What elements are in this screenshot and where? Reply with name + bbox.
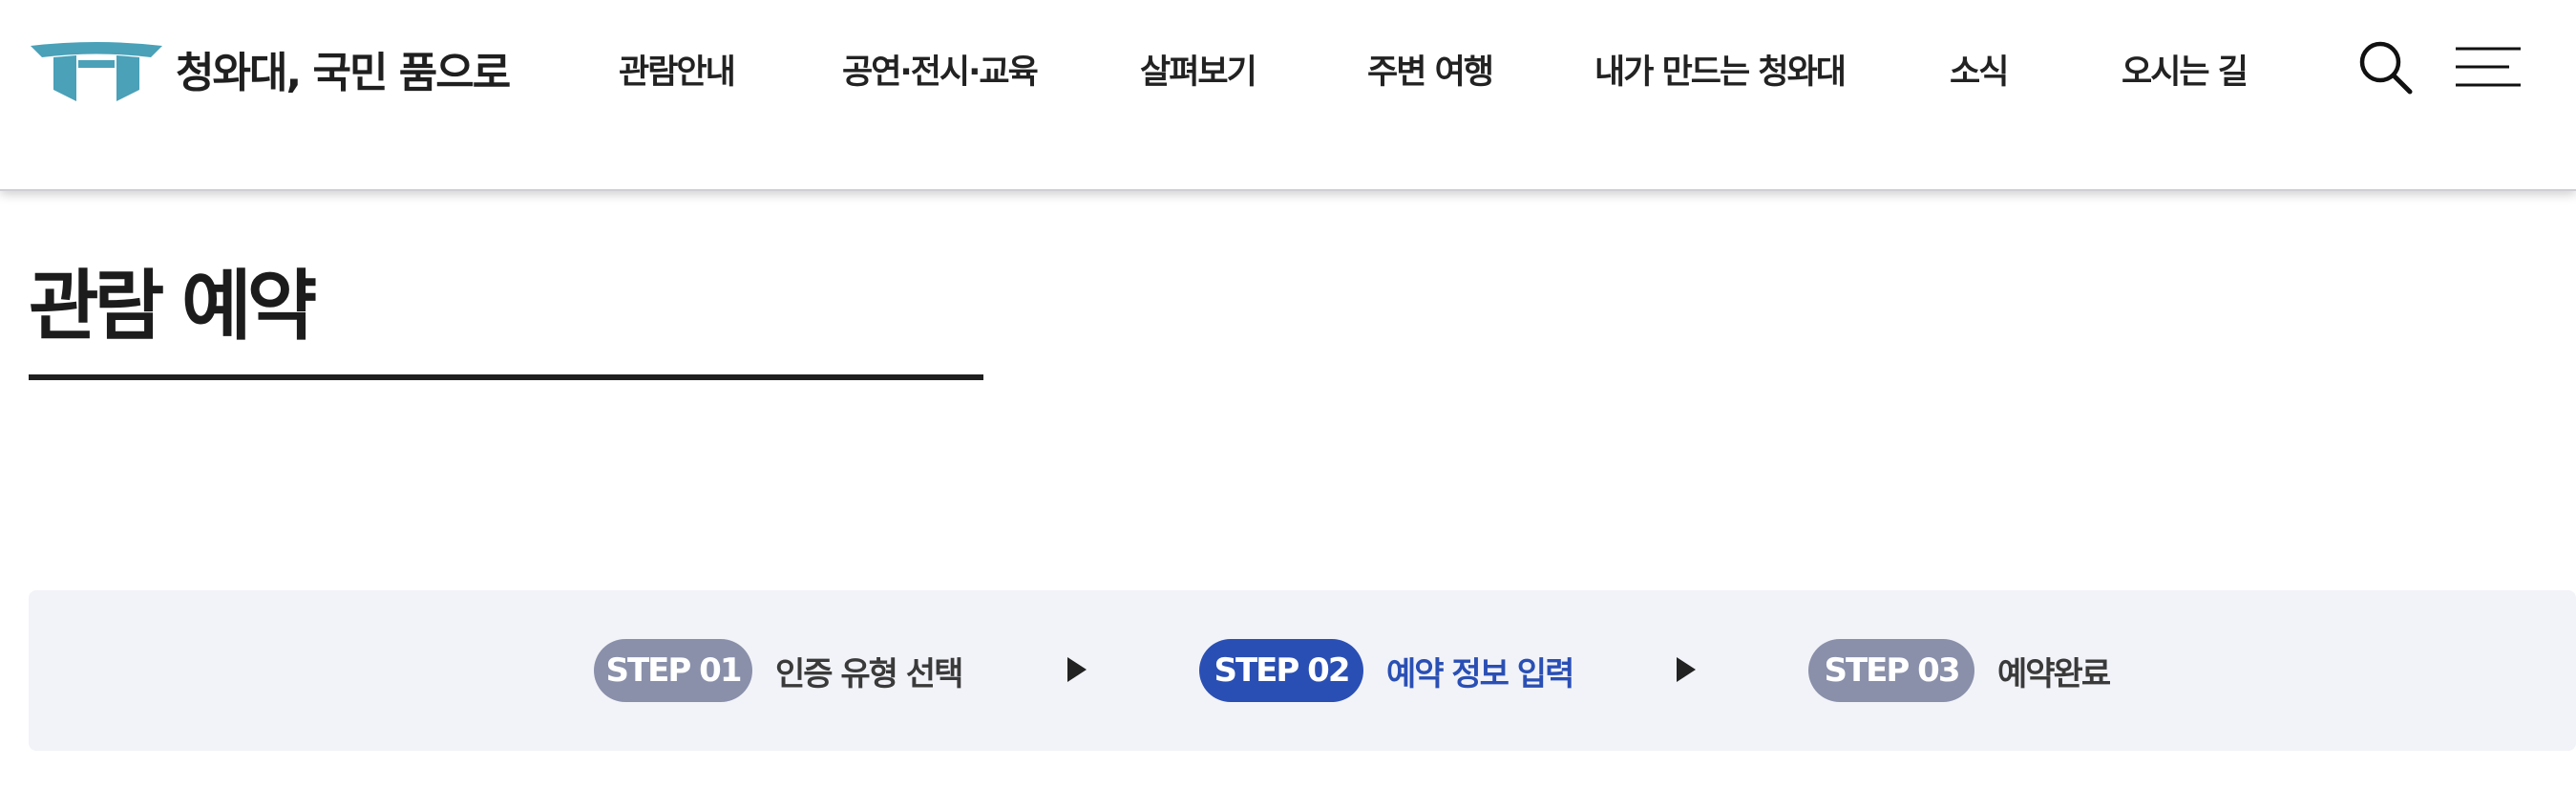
nav-item-visit-info[interactable]: 관람안내 <box>619 45 736 94</box>
page-title: 관람 예약 <box>29 262 317 351</box>
step-label-02: 예약 정보 입력 <box>1386 655 1574 693</box>
play-arrow-icon <box>1677 657 1696 682</box>
nav-item-explore[interactable]: 살펴보기 <box>1140 45 1257 94</box>
nav-item-directions[interactable]: 오시는 길 <box>2122 45 2249 94</box>
hamburger-menu-icon[interactable] <box>2456 46 2521 88</box>
gate-logo-icon[interactable] <box>29 32 164 103</box>
step-badge-01: STEP 01 <box>594 639 752 702</box>
nav-item-news[interactable]: 소식 <box>1950 45 2009 94</box>
step-badge-03: STEP 03 <box>1808 639 1974 702</box>
step-badge-02: STEP 02 <box>1199 639 1363 702</box>
nav-item-performance-exhibition-education[interactable]: 공연·전시·교육 <box>842 45 1039 94</box>
nav-item-my-cheongwadae[interactable]: 내가 만드는 청와대 <box>1594 45 1847 94</box>
site-name[interactable]: 청와대, 국민 품으로 <box>176 38 511 99</box>
step-label-01: 인증 유형 선택 <box>775 655 963 693</box>
search-icon[interactable] <box>2356 38 2414 96</box>
site-header: 청와대, 국민 품으로 관람안내 공연·전시·교육 살펴보기 주변 여행 내가 … <box>0 0 2576 191</box>
nav-item-nearby-travel[interactable]: 주변 여행 <box>1367 45 1494 94</box>
step-label-03: 예약완료 <box>1997 655 2111 693</box>
play-arrow-icon <box>1067 657 1087 682</box>
title-underline <box>29 374 983 380</box>
